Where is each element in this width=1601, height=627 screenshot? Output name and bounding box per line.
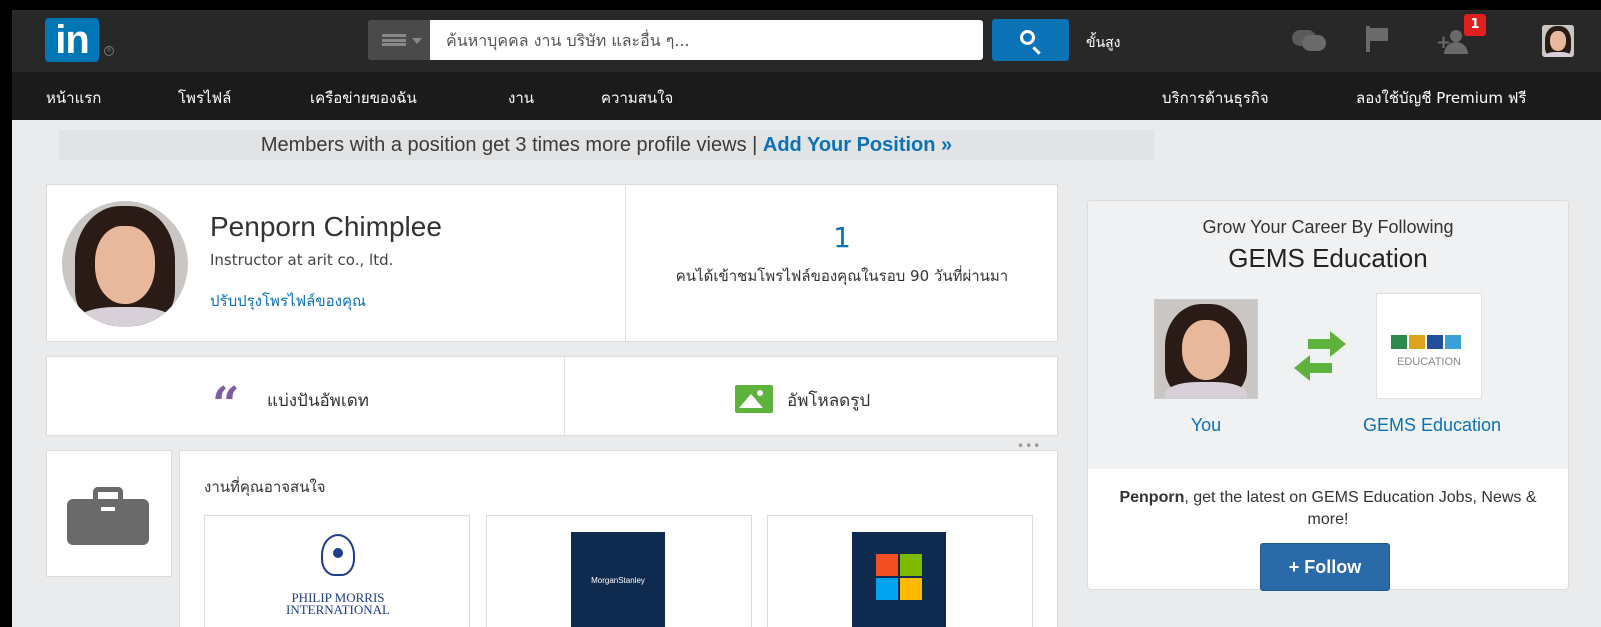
logo-square-yellow	[900, 578, 922, 600]
divider	[625, 185, 626, 341]
profile-name[interactable]: Penporn Chimplee	[210, 211, 442, 243]
improve-profile-link[interactable]: ปรับปรุงโพรไฟล์ของคุณ	[210, 289, 366, 313]
messages-icon[interactable]	[1292, 26, 1328, 54]
share-update-label: แบ่งปันอัพเดท	[267, 391, 369, 411]
profile-card: Penporn Chimplee Instructor at arit co.,…	[46, 184, 1058, 342]
briefcase-icon	[67, 487, 149, 545]
follow-card-header: Grow Your Career By Following GEMS Educa…	[1088, 201, 1568, 469]
philip-morris-logo-text: PHILIP MORRIS INTERNATIONAL	[286, 590, 390, 617]
main-nav: หน้าแรก โพรไฟล์ เครือข่ายของฉัน งาน ความ…	[12, 72, 1601, 120]
list-icon	[382, 34, 406, 46]
nav-jobs[interactable]: งาน	[508, 86, 534, 110]
nav-home[interactable]: หน้าแรก	[46, 86, 101, 110]
jobs-icon-card	[46, 450, 172, 577]
microsoft-logo	[852, 532, 946, 627]
job-tile-morgan-stanley[interactable]: MorganStanley	[486, 515, 752, 627]
account-avatar[interactable]	[1542, 25, 1574, 57]
morgan-stanley-logo: MorganStanley	[571, 532, 665, 627]
your-photo[interactable]	[1154, 299, 1258, 399]
search-category-dropdown[interactable]	[368, 20, 430, 60]
upload-photo-label: อัพโหลดรูป	[787, 391, 871, 411]
share-card: “ แบ่งปันอัพเดท อัพโหลดรูป	[46, 356, 1058, 436]
profile-headline: Instructor at arit co., ltd.	[210, 251, 394, 269]
search-icon	[1020, 30, 1035, 45]
company-link[interactable]: GEMS Education	[1342, 415, 1522, 436]
registered-mark: ®	[104, 46, 114, 56]
profile-views-count[interactable]: 1	[626, 221, 1058, 254]
job-tile-philip-morris[interactable]: PHILIP MORRIS INTERNATIONAL	[204, 515, 470, 627]
jobs-you-may-be-interested-in: งานที่คุณอาจสนใจ PHILIP MORRIS INTERNATI…	[179, 450, 1058, 627]
notification-badge: 1	[1464, 14, 1486, 36]
swap-arrows-icon	[1294, 331, 1348, 381]
profile-views-description: คนได้เข้าชมโพรไฟล์ของคุณในรอบ 90 วันที่ผ…	[675, 267, 1009, 285]
add-position-link[interactable]: Add Your Position »	[763, 134, 952, 156]
image-icon	[735, 385, 773, 413]
quote-icon: “	[212, 377, 240, 433]
job-tile-microsoft[interactable]	[767, 515, 1033, 627]
logo-square-green	[900, 554, 922, 576]
chevron-down-icon	[412, 38, 422, 44]
morgan-stanley-logo-text: MorganStanley	[591, 576, 645, 585]
follow-message: Penporn, get the latest on GEMS Educatio…	[1098, 487, 1558, 531]
grow-career-text: Grow Your Career By Following	[1202, 217, 1454, 237]
follow-message-name: Penporn	[1119, 489, 1185, 506]
gems-logo-subtitle: EDUCATION	[1397, 356, 1461, 368]
crest-icon	[321, 534, 355, 576]
nav-try-premium[interactable]: ลองใช้บัญชี Premium ฟรี	[1356, 86, 1526, 110]
gems-education-logo[interactable]: EDUCATION	[1376, 293, 1482, 399]
follow-company-card: Grow Your Career By Following GEMS Educa…	[1087, 200, 1569, 591]
follow-message-text: , get the latest on GEMS Education Jobs,…	[1184, 489, 1537, 528]
jobs-title: งานที่คุณอาจสนใจ	[204, 478, 326, 496]
linkedin-window: in ® ขั้นสูง + 1 หน้าแรก โพรไฟล์ เครือข่…	[12, 10, 1601, 627]
profile-photo[interactable]	[62, 201, 188, 327]
you-label[interactable]: You	[1154, 415, 1258, 436]
linkedin-logo[interactable]: in	[45, 18, 99, 62]
philip-morris-logo: PHILIP MORRIS INTERNATIONAL	[273, 534, 403, 627]
company-name: GEMS Education	[1228, 243, 1428, 273]
nav-business-services[interactable]: บริการด้านธุรกิจ	[1162, 86, 1269, 110]
add-position-banner: Members with a position get 3 times more…	[59, 130, 1154, 160]
follow-button[interactable]: + Follow	[1260, 543, 1390, 591]
advanced-search-link[interactable]: ขั้นสูง	[1086, 32, 1121, 54]
gems-mark-icon	[1391, 334, 1469, 350]
nav-my-network[interactable]: เครือข่ายของฉัน	[310, 86, 417, 110]
divider	[564, 357, 565, 435]
logo-square-red	[876, 554, 898, 576]
top-bar: in ® ขั้นสูง + 1	[12, 10, 1601, 72]
nav-profile[interactable]: โพรไฟล์	[178, 86, 231, 110]
logo-square-blue	[876, 578, 898, 600]
banner-text: Members with a position get 3 times more…	[260, 134, 758, 156]
search-button[interactable]	[992, 19, 1069, 61]
search-input[interactable]	[430, 20, 983, 60]
flag-icon[interactable]	[1366, 26, 1390, 54]
nav-interests[interactable]: ความสนใจ	[601, 86, 673, 110]
